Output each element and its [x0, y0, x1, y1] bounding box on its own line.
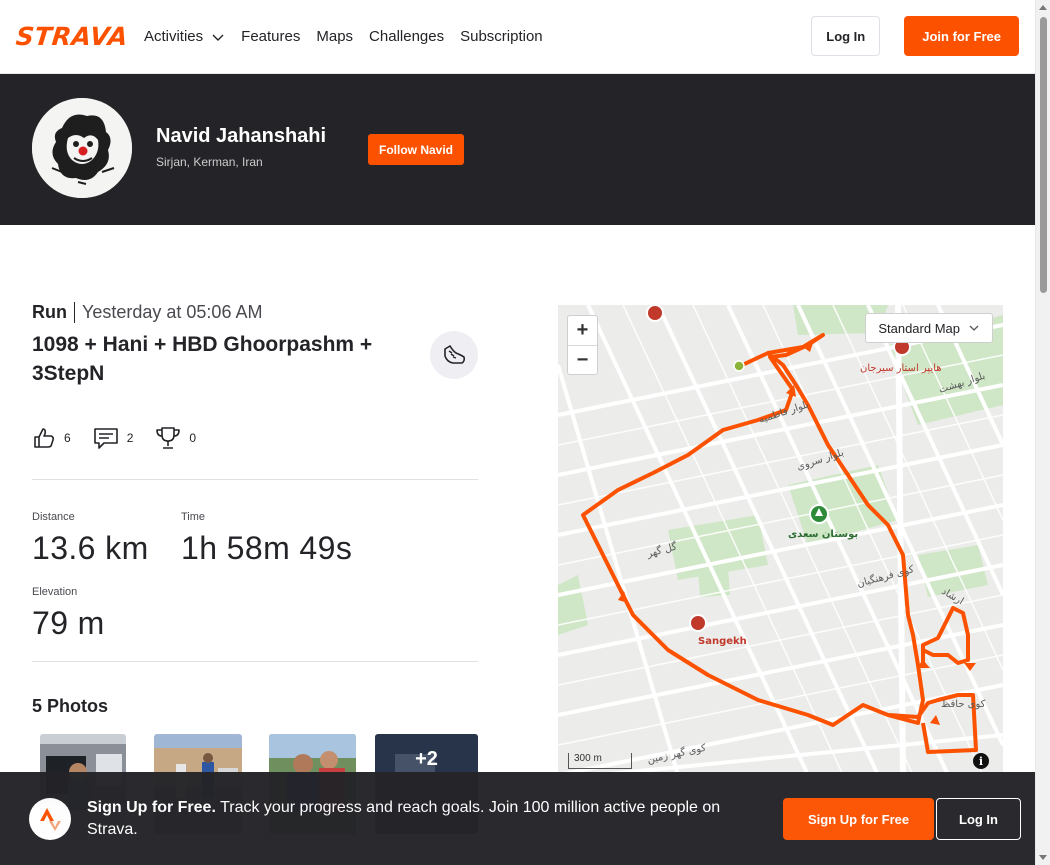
achievements-count[interactable]: 0 [155, 426, 196, 450]
activity-header: Run Yesterday at 05:06 AM [32, 298, 478, 326]
cta-login-button[interactable]: Log In [936, 798, 1021, 840]
stat-label: Elevation [32, 586, 78, 598]
info-icon[interactable]: i [973, 753, 989, 769]
signup-message-bold: Sign Up for Free. [87, 799, 216, 816]
stat-label: Distance [32, 511, 75, 523]
avatar[interactable] [32, 98, 132, 198]
achievements-value: 0 [189, 431, 197, 445]
shoe-button[interactable] [430, 331, 478, 379]
kudos-count[interactable]: 6 [32, 426, 71, 450]
scroll-up-arrow[interactable] [1039, 5, 1047, 10]
athlete-name[interactable]: Navid Jahanshahi [156, 125, 326, 148]
divider [32, 479, 478, 480]
thumbs-up-icon [34, 428, 55, 448]
map-canvas: Sangekh بوستان سعدی هایپر استار سیرجان ب… [558, 305, 1003, 775]
chevron-down-icon [212, 34, 224, 41]
activity-details: Run Yesterday at 05:06 AM 1098 + Hani + … [32, 298, 478, 844]
nav-link-activities[interactable]: Activities [144, 28, 225, 45]
photos-title: 5 Photos [32, 696, 109, 716]
athlete-banner: Navid Jahanshahi Sirjan, Kerman, Iran Fo… [0, 74, 1035, 225]
comment-icon [93, 428, 118, 449]
activity-type: Run [32, 301, 75, 323]
avatar-image [32, 98, 132, 198]
stat-value: 13.6 km [32, 530, 149, 566]
scroll-down-arrow[interactable] [1039, 855, 1047, 860]
signup-banner: Sign Up for Free. Track your progress an… [0, 772, 1035, 865]
nav-link-label: Activities [143, 28, 204, 45]
nav-links: Activities Features Maps Challenges Subs… [144, 28, 559, 45]
divider [32, 661, 478, 662]
signup-button[interactable]: Sign Up for Free [783, 798, 935, 840]
page-scrollbar[interactable] [1035, 0, 1050, 865]
trophy-icon [156, 427, 181, 449]
nav-link-maps[interactable]: Maps [316, 28, 353, 45]
page: STRAVA Activities Features Maps Challeng… [0, 0, 1050, 865]
route-map[interactable]: Sangekh بوستان سعدی هایپر استار سیرجان ب… [558, 305, 1003, 775]
map-scale: 300 m [568, 753, 632, 769]
zoom-controls: + − [567, 315, 598, 375]
stat-time: Time 1h 58m 49s [181, 511, 352, 567]
map-label-park: بوستان سعدی [788, 529, 858, 540]
kudos-value: 6 [64, 431, 71, 445]
comments-count[interactable]: 2 [93, 426, 134, 450]
stat-value: 1h 58m 49s [181, 530, 353, 566]
map-style-select[interactable]: Standard Map [865, 313, 993, 343]
scroll-thumb[interactable] [1040, 17, 1047, 293]
nav-link-features[interactable]: Features [241, 28, 300, 45]
athlete-location: Sirjan, Kerman, Iran [156, 155, 263, 169]
shoe-icon [444, 345, 466, 364]
follow-button[interactable]: Follow Navid [368, 134, 465, 165]
strava-logo[interactable]: STRAVA [14, 22, 129, 51]
map-style-label: Standard Map [878, 320, 960, 336]
activity-title: 1098 + Hani + HBD Ghoorpashm + 3StepN [32, 333, 373, 385]
nav-link-challenges[interactable]: Challenges [369, 28, 444, 45]
chevron-down-icon [969, 325, 979, 331]
zoom-out-button[interactable]: − [568, 345, 597, 374]
zoom-in-button[interactable]: + [568, 316, 597, 345]
map-label-hyper: هایپر استار سیرجان [860, 363, 942, 374]
signup-message: Sign Up for Free. Track your progress an… [87, 797, 757, 841]
stat-distance: Distance 13.6 km [32, 511, 149, 567]
stat-label: Time [181, 511, 206, 523]
map-label-hafez: کوی حافظ [941, 699, 986, 710]
strava-mark-icon [29, 798, 71, 840]
nav-actions: Log In Join for Free [811, 16, 1019, 56]
comments-value: 2 [126, 431, 134, 445]
social-stats: 6 2 0 [32, 424, 478, 452]
stat-elevation: Elevation 79 m [32, 586, 105, 642]
top-navigation: STRAVA Activities Features Maps Challeng… [0, 0, 1035, 74]
stat-value: 79 m [32, 605, 105, 641]
map-label-sangekh: Sangekh [698, 636, 747, 647]
login-button[interactable]: Log In [811, 16, 881, 56]
activity-stats: Distance 13.6 km Time 1h 58m 49s Elevati… [32, 511, 478, 661]
nav-link-subscription[interactable]: Subscription [460, 28, 543, 45]
join-for-free-button[interactable]: Join for Free [904, 16, 1019, 56]
activity-date: Yesterday at 05:06 AM [82, 301, 263, 322]
